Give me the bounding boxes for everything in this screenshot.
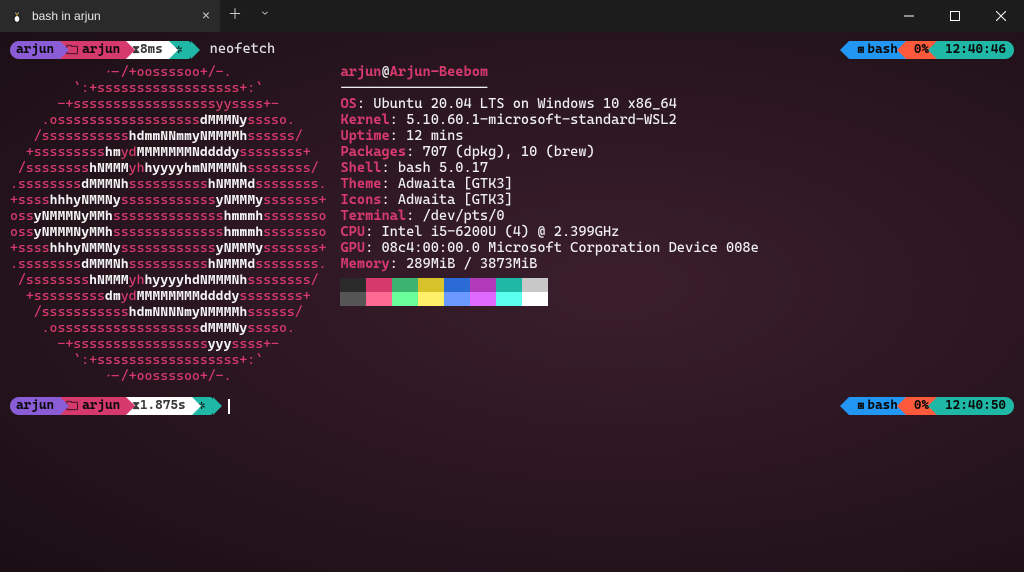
neofetch-output: .-/+oossssoo+/-. `:+ssssssssssssssssss+:… — [10, 64, 1014, 384]
minimize-button[interactable] — [886, 0, 932, 32]
prompt-user-seg: arjun — [10, 397, 60, 415]
color-swatch — [496, 278, 522, 292]
prompt-line-1: arjun 🗀arjun ⧗8ms ✲ neofetch ▣bash 0% 12… — [10, 40, 1014, 60]
prompt-path-seg: 🗀arjun — [60, 41, 126, 59]
titlebar: bash in arjun × ＋ ⌄ — [0, 0, 1024, 32]
prompt-user-seg: arjun — [10, 41, 60, 59]
info-row: Icons: Adwaita [GTK3] — [340, 192, 758, 208]
terminal-icon: ▣ — [857, 43, 864, 58]
tab-close-icon[interactable]: × — [202, 7, 210, 25]
color-swatch — [392, 278, 418, 292]
clock-badge: 12:40:50 — [937, 397, 1014, 415]
color-swatch — [522, 292, 548, 306]
right-status-1: ▣bash 0% 12:40:46 — [840, 41, 1014, 59]
info-row: OS: Ubuntu 20.04 LTS on Windows 10 x86_6… — [340, 96, 758, 112]
color-swatch — [418, 278, 444, 292]
prompt-path-seg: 🗀arjun — [60, 397, 126, 415]
tab-title: bash in arjun — [32, 9, 101, 24]
prompt-duration-seg: ⧗1.875s — [126, 397, 191, 415]
color-swatch — [470, 278, 496, 292]
ascii-logo: .-/+oossssoo+/-. `:+ssssssssssssssssss+:… — [10, 64, 326, 384]
info-row: Theme: Adwaita [GTK3] — [340, 176, 758, 192]
tab-active[interactable]: bash in arjun × — [0, 0, 220, 32]
color-swatch — [366, 292, 392, 306]
color-swatch — [444, 292, 470, 306]
tux-icon — [10, 9, 24, 23]
info-row: Kernel: 5.10.60.1-microsoft-standard-WSL… — [340, 112, 758, 128]
tab-dropdown-button[interactable]: ⌄ — [250, 0, 280, 32]
command-text: neofetch — [210, 41, 276, 59]
color-swatches-light — [340, 292, 758, 306]
color-swatch — [340, 292, 366, 306]
terminal-icon: ▣ — [857, 399, 864, 414]
color-swatch — [418, 292, 444, 306]
system-info: arjun@Arjun-Beebom ------------------ OS… — [340, 64, 758, 384]
cursor — [228, 399, 230, 414]
color-swatch — [340, 278, 366, 292]
color-swatch — [444, 278, 470, 292]
info-row: Terminal: /dev/pts/0 — [340, 208, 758, 224]
clock-badge: 12:40:46 — [937, 41, 1014, 59]
color-swatch — [522, 278, 548, 292]
info-row: Memory: 289MiB / 3873MiB — [340, 256, 758, 272]
right-status-2: ▣bash 0% 12:40:50 — [840, 397, 1014, 415]
color-swatch — [470, 292, 496, 306]
color-swatch — [366, 278, 392, 292]
info-row: CPU: Intel i5-6200U (4) @ 2.399GHz — [340, 224, 758, 240]
info-row: Uptime: 12 mins — [340, 128, 758, 144]
prompt-line-2: arjun 🗀arjun ⧗1.875s ✲ ▣bash 0% 12:40:50 — [10, 396, 1014, 416]
close-button[interactable] — [978, 0, 1024, 32]
color-swatch — [496, 292, 522, 306]
maximize-button[interactable] — [932, 0, 978, 32]
color-swatches-dark — [340, 278, 758, 292]
new-tab-button[interactable]: ＋ — [220, 0, 250, 32]
info-row: Shell: bash 5.0.17 — [340, 160, 758, 176]
info-row: GPU: 08c4:00:00.0 Microsoft Corporation … — [340, 240, 758, 256]
color-swatch — [392, 292, 418, 306]
info-row: Packages: 707 (dpkg), 10 (brew) — [340, 144, 758, 160]
terminal-area[interactable]: arjun 🗀arjun ⧗8ms ✲ neofetch ▣bash 0% 12… — [0, 32, 1024, 416]
